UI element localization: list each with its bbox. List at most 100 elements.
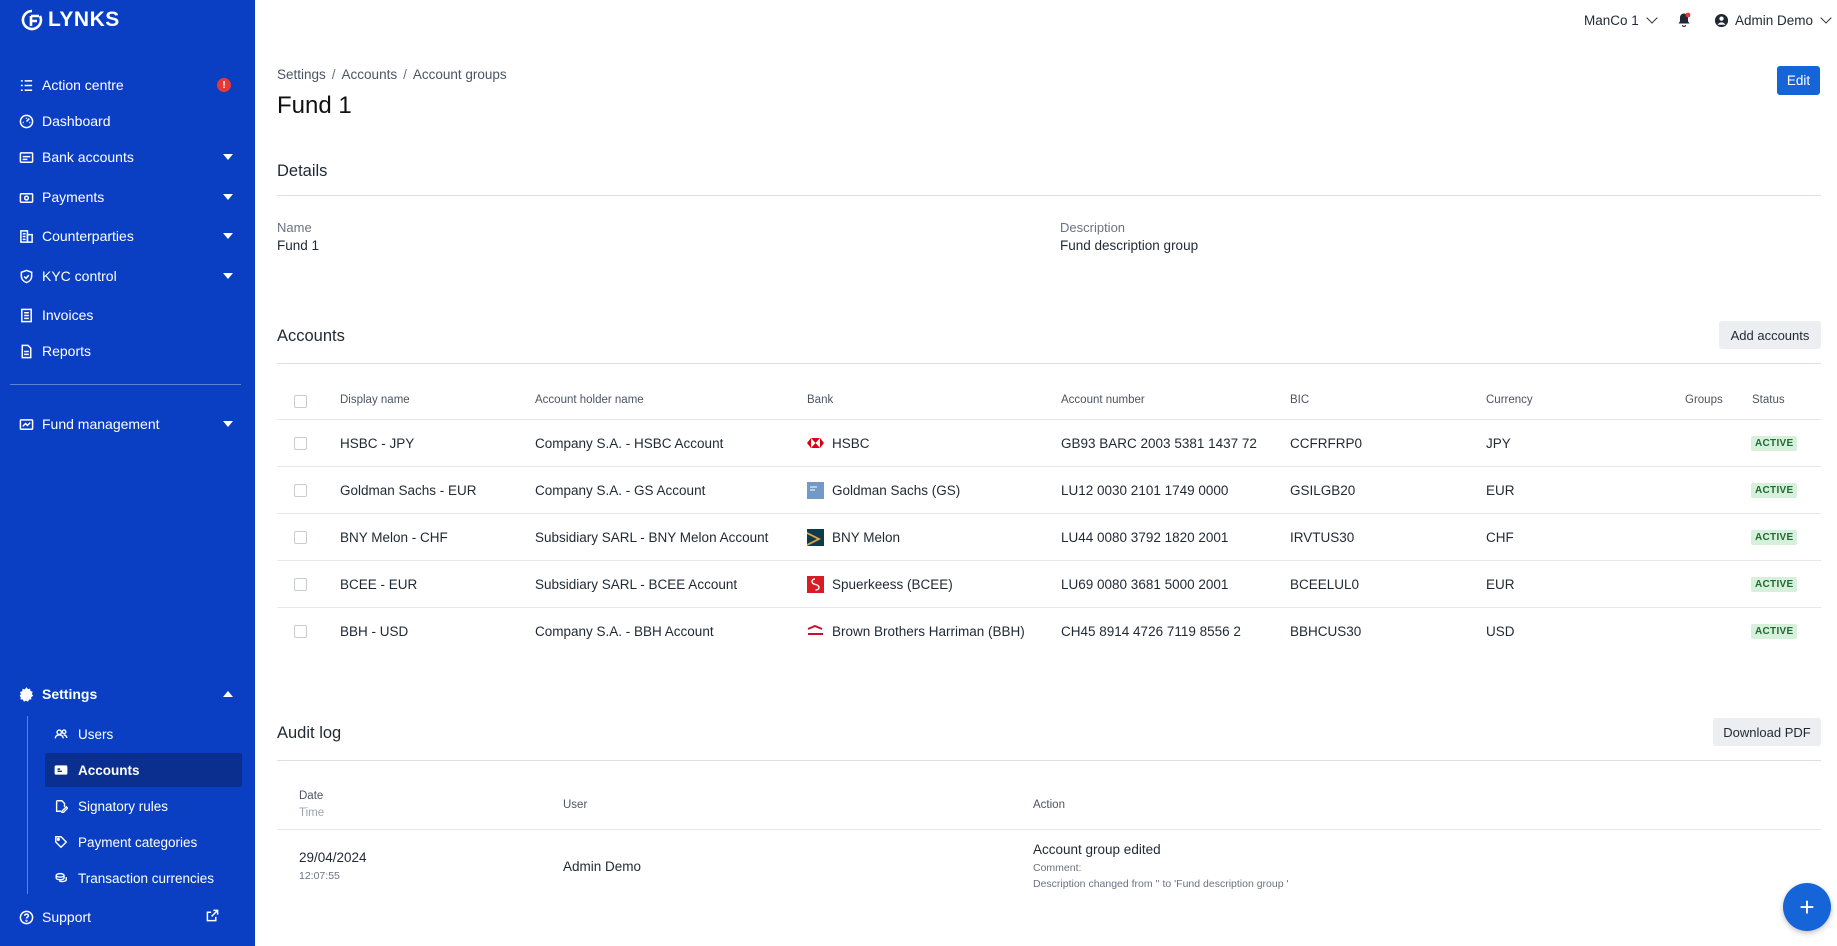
sidebar-subitem-payment-categories[interactable]: Payment categories: [45, 825, 242, 859]
sidebar: LYNKS Action centre ! Dashboard Bank acc…: [0, 0, 255, 946]
dashboard-icon: [18, 113, 34, 129]
status-badge: ACTIVE: [1751, 435, 1798, 451]
edit-button[interactable]: Edit: [1777, 66, 1820, 95]
help-icon: [18, 909, 34, 925]
sidebar-item-label: Dashboard: [42, 113, 111, 129]
table-row[interactable]: BNY Melon - CHF Subsidiary SARL - BNY Me…: [277, 513, 1821, 560]
chevron-down-icon: [1820, 12, 1832, 24]
col-status[interactable]: Status: [1752, 394, 1785, 406]
audit-comment-label: Comment:: [1033, 862, 1082, 874]
bank-cell: Spuerkeess (BCEE): [807, 561, 953, 607]
row-checkbox[interactable]: [294, 437, 307, 450]
col-user: User: [563, 799, 588, 811]
col-bic[interactable]: BIC: [1290, 394, 1309, 406]
status-badge: ACTIVE: [1751, 576, 1798, 592]
account-number: CH45 8914 4726 7119 8556 2: [1061, 623, 1241, 639]
bic: BBHCUS30: [1290, 623, 1362, 639]
sidebar-item-support[interactable]: Support: [18, 904, 237, 930]
bic: IRVTUS30: [1290, 529, 1355, 545]
status-badge: ACTIVE: [1751, 482, 1798, 498]
chevron-down-icon: [223, 194, 233, 200]
user-name: Admin Demo: [1735, 12, 1814, 28]
app-logo[interactable]: LYNKS: [20, 8, 120, 32]
section-divider: [277, 363, 1821, 364]
add-fab-button[interactable]: +: [1783, 883, 1831, 931]
company-selector[interactable]: ManCo 1: [1584, 9, 1658, 31]
chevron-down-icon: [223, 273, 233, 279]
submenu-line: [27, 716, 28, 894]
row-checkbox[interactable]: [294, 625, 307, 638]
col-account-holder[interactable]: Account holder name: [535, 394, 644, 406]
notifications-button[interactable]: [1677, 9, 1691, 31]
bic: GSILGB20: [1290, 482, 1356, 498]
currency: JPY: [1486, 435, 1511, 451]
bell-icon: [1678, 12, 1691, 27]
sidebar-subitem-label: Signatory rules: [78, 798, 169, 814]
sidebar-item-bank-accounts[interactable]: Bank accounts: [18, 144, 237, 170]
sidebar-item-kyc-control[interactable]: KYC control: [18, 263, 237, 289]
chevron-down-icon: [223, 154, 233, 160]
lynks-logo-icon: [21, 9, 43, 31]
col-date: Date: [299, 790, 324, 802]
status-badge: ACTIVE: [1751, 623, 1798, 639]
sidebar-subitem-users[interactable]: Users: [45, 717, 242, 751]
select-all-checkbox[interactable]: [294, 395, 307, 408]
sidebar-item-reports[interactable]: Reports: [18, 338, 237, 364]
col-bank[interactable]: Bank: [807, 394, 833, 406]
sidebar-item-fund-management[interactable]: Fund management: [18, 411, 237, 437]
name-label: Name: [277, 220, 312, 235]
add-accounts-button[interactable]: Add accounts: [1719, 321, 1821, 349]
bic: CCFRFRP0: [1290, 435, 1363, 451]
table-row[interactable]: Goldman Sachs - EUR Company S.A. - GS Ac…: [277, 466, 1821, 513]
sidebar-item-payments[interactable]: Payments: [18, 184, 237, 210]
bank-name: Spuerkeess (BCEE): [832, 576, 953, 592]
currency: EUR: [1486, 576, 1515, 592]
bcee-logo-icon: [807, 575, 824, 593]
col-currency[interactable]: Currency: [1486, 394, 1533, 406]
row-checkbox[interactable]: [294, 531, 307, 544]
sidebar-item-action-centre[interactable]: Action centre !: [18, 72, 237, 98]
details-section-title: Details: [277, 162, 328, 180]
table-row[interactable]: BBH - USD Company S.A. - BBH Account Bro…: [277, 607, 1821, 654]
breadcrumb-settings[interactable]: Settings: [277, 67, 326, 82]
sidebar-item-dashboard[interactable]: Dashboard: [18, 108, 237, 134]
sidebar-subitem-signatory-rules[interactable]: Signatory rules: [45, 789, 242, 823]
col-groups[interactable]: Groups: [1685, 394, 1723, 406]
building-icon: [18, 228, 34, 244]
sidebar-subitem-accounts[interactable]: Accounts: [45, 753, 242, 787]
sidebar-item-settings[interactable]: Settings: [18, 681, 237, 707]
col-action: Action: [1033, 799, 1065, 811]
bny-logo-icon: [807, 528, 824, 546]
sidebar-item-label: Counterparties: [42, 228, 134, 244]
company-name: ManCo 1: [1584, 12, 1639, 28]
sidebar-subitem-label: Users: [78, 726, 114, 742]
page-title: Fund 1: [277, 92, 352, 119]
status-cell: ACTIVE: [1751, 467, 1798, 513]
col-display-name[interactable]: Display name: [340, 394, 410, 406]
hsbc-logo-icon: [807, 435, 824, 452]
currency: EUR: [1486, 482, 1515, 498]
row-checkbox[interactable]: [294, 578, 307, 591]
report-icon: [18, 343, 34, 359]
sidebar-item-invoices[interactable]: Invoices: [18, 302, 237, 328]
notification-badge: !: [217, 78, 231, 92]
sidebar-item-label: Reports: [42, 343, 92, 359]
row-checkbox[interactable]: [294, 484, 307, 497]
tag-icon: [54, 835, 70, 849]
table-row[interactable]: BCEE - EUR Subsidiary SARL - BCEE Accoun…: [277, 560, 1821, 607]
sidebar-item-label: Invoices: [42, 307, 94, 323]
fund-icon: [18, 416, 34, 432]
description-label: Description: [1060, 220, 1126, 235]
table-row[interactable]: HSBC - JPY Company S.A. - HSBC Account H…: [277, 419, 1821, 466]
sidebar-subitem-transaction-currencies[interactable]: Transaction currencies: [45, 861, 242, 895]
user-menu[interactable]: Admin Demo: [1714, 9, 1832, 31]
download-pdf-button[interactable]: Download PDF: [1713, 718, 1821, 746]
bank-card-icon: [18, 149, 34, 165]
breadcrumb-account-groups[interactable]: Account groups: [413, 67, 507, 82]
sidebar-item-counterparties[interactable]: Counterparties: [18, 223, 237, 249]
sidebar-subitem-label: Accounts: [78, 762, 140, 778]
breadcrumb-accounts[interactable]: Accounts: [342, 67, 398, 82]
holder-name: Subsidiary SARL - BCEE Account: [535, 576, 738, 592]
account-number: LU44 0080 3792 1820 2001: [1061, 529, 1229, 545]
col-account-number[interactable]: Account number: [1061, 394, 1145, 406]
